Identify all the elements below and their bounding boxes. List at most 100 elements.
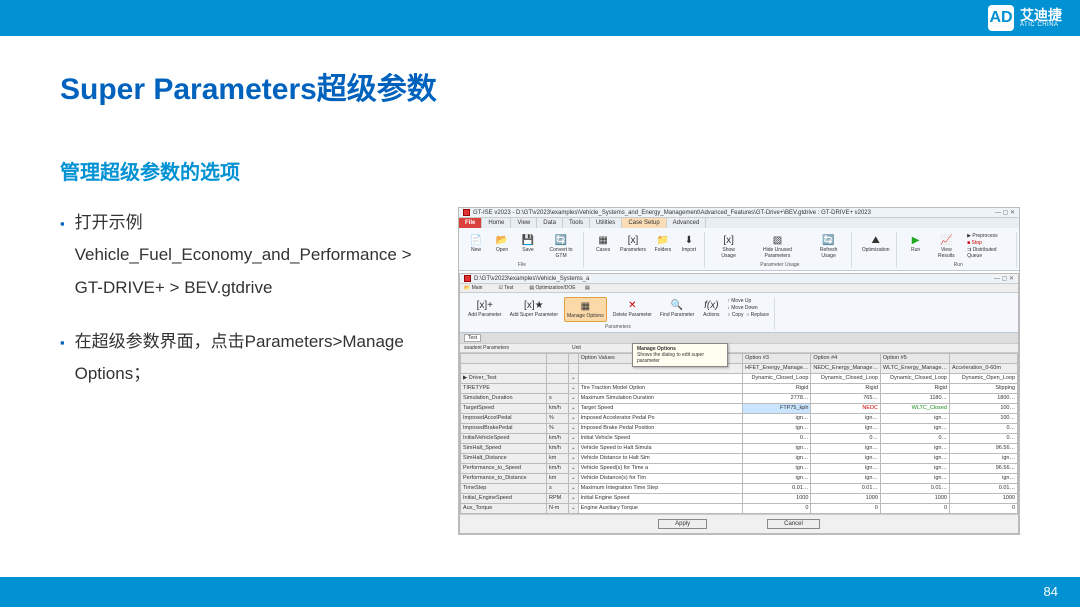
- table-cell[interactable]: Rigid: [880, 383, 949, 393]
- table-cell[interactable]: 0…: [950, 433, 1018, 443]
- run-button[interactable]: ▶Run: [905, 232, 927, 260]
- dropdown-icon[interactable]: ⌄: [569, 423, 579, 433]
- window-controls[interactable]: — ▢ ✕: [995, 209, 1015, 216]
- table-cell[interactable]: 765…: [811, 393, 881, 403]
- view-results-button[interactable]: 📈View Results: [931, 232, 963, 260]
- table-cell[interactable]: ign…: [743, 443, 811, 453]
- param-name[interactable]: Initial_EngineSpeed: [461, 493, 547, 503]
- table-cell[interactable]: ign…: [880, 453, 949, 463]
- add-super-parameter-button[interactable]: [x]★Add Super Parameter: [508, 297, 560, 322]
- table-cell[interactable]: 0…: [811, 433, 881, 443]
- dropdown-icon[interactable]: ⌄: [569, 503, 579, 513]
- add-parameter-button[interactable]: [x]+Add Parameter: [466, 297, 504, 322]
- param-name[interactable]: ▶ Driver_Test: [461, 373, 547, 383]
- table-cell[interactable]: 0…: [880, 433, 949, 443]
- dropdown-icon[interactable]: ⌄: [569, 453, 579, 463]
- table-cell[interactable]: 1800…: [950, 393, 1018, 403]
- tab-test[interactable]: Test: [464, 334, 481, 342]
- table-cell[interactable]: ign…: [743, 453, 811, 463]
- show-usage-button[interactable]: [x]Show Usage: [713, 232, 744, 260]
- table-cell[interactable]: 0.01…: [880, 483, 949, 493]
- table-cell[interactable]: ign…: [880, 413, 949, 423]
- optimization-button[interactable]: ⛰Optimization: [860, 232, 892, 255]
- table-cell[interactable]: ign…: [811, 413, 881, 423]
- apply-button[interactable]: Apply: [658, 519, 707, 529]
- table-cell[interactable]: Dynamic_Open_Loop: [950, 373, 1018, 383]
- param-name[interactable]: SimHalt_Distance: [461, 453, 547, 463]
- cancel-button[interactable]: Cancel: [767, 519, 820, 529]
- window-controls[interactable]: — ▢ ✕: [994, 275, 1014, 282]
- main-tab[interactable]: 📂 Main: [464, 285, 490, 291]
- table-cell[interactable]: ign…: [950, 453, 1018, 463]
- table-cell[interactable]: 2778…: [743, 393, 811, 403]
- table-cell[interactable]: 1180…: [880, 393, 949, 403]
- tab-file[interactable]: File: [459, 218, 482, 228]
- dropdown-icon[interactable]: ⌄: [569, 483, 579, 493]
- new-button[interactable]: 📄New: [465, 232, 487, 260]
- test-tab[interactable]: ☑ Test: [498, 285, 521, 291]
- table-cell[interactable]: ign…: [811, 463, 881, 473]
- table-cell[interactable]: 96.56…: [950, 463, 1018, 473]
- table-cell[interactable]: Dynamic_Closed_Loop: [743, 373, 811, 383]
- table-cell[interactable]: 100…: [950, 413, 1018, 423]
- find-parameter-button[interactable]: 🔍Find Parameter: [658, 297, 696, 322]
- tab-advanced[interactable]: Advanced: [667, 218, 707, 228]
- tab-case-setup[interactable]: Case Setup: [622, 218, 666, 228]
- table-cell[interactable]: 1000: [950, 493, 1018, 503]
- table-cell[interactable]: WLTC_Closed: [880, 403, 949, 413]
- table-cell[interactable]: ign…: [743, 473, 811, 483]
- dropdown-icon[interactable]: ⌄: [569, 383, 579, 393]
- tab-view[interactable]: View: [511, 218, 537, 228]
- actions-button[interactable]: f(x)Actions: [700, 297, 722, 322]
- move-up-button[interactable]: ↑ Move Up: [727, 298, 769, 304]
- param-name[interactable]: TimeStep: [461, 483, 547, 493]
- table-cell[interactable]: 1000: [880, 493, 949, 503]
- param-name[interactable]: Performance_to_Distance: [461, 473, 547, 483]
- table-cell[interactable]: 96.56…: [950, 443, 1018, 453]
- dropdown-icon[interactable]: ⌄: [569, 493, 579, 503]
- table-cell[interactable]: NEDC: [811, 403, 881, 413]
- table-cell[interactable]: ign…: [743, 423, 811, 433]
- parameters-table[interactable]: Option Values Option #3 Option #4 Option…: [460, 353, 1018, 514]
- table-cell[interactable]: ign…: [880, 423, 949, 433]
- table-cell[interactable]: ign…: [743, 463, 811, 473]
- table-cell[interactable]: 0: [950, 503, 1018, 513]
- table-cell[interactable]: 0: [811, 503, 881, 513]
- hide-unused-button[interactable]: ▧Hide Unused Parameters: [748, 232, 806, 260]
- table-cell[interactable]: ign…: [811, 453, 881, 463]
- dropdown-icon[interactable]: ⌄: [569, 373, 579, 383]
- opt-accel[interactable]: Acceleration_0-60m: [950, 363, 1018, 373]
- table-cell[interactable]: Rigid: [743, 383, 811, 393]
- table-cell[interactable]: ign…: [743, 413, 811, 423]
- param-name[interactable]: TargetSpeed: [461, 403, 547, 413]
- table-cell[interactable]: ign…: [811, 473, 881, 483]
- tab-utilities[interactable]: Utilities: [590, 218, 622, 228]
- table-cell[interactable]: 0: [743, 503, 811, 513]
- parameters-button[interactable]: [x]Parameters: [618, 232, 648, 255]
- tab-tools[interactable]: Tools: [563, 218, 590, 228]
- table-cell[interactable]: 1000: [743, 493, 811, 503]
- opt-hfet[interactable]: HFET_Energy_Manage…: [743, 363, 811, 373]
- dropdown-icon[interactable]: ⌄: [569, 403, 579, 413]
- dropdown-icon[interactable]: ⌄: [569, 473, 579, 483]
- table-cell[interactable]: 0: [880, 503, 949, 513]
- delete-parameter-button[interactable]: ✕Delete Parameter: [611, 297, 654, 322]
- import-button[interactable]: ⬇Import: [678, 232, 700, 255]
- dropdown-icon[interactable]: ⌄: [569, 433, 579, 443]
- param-name[interactable]: TIRETYPE: [461, 383, 547, 393]
- table-cell[interactable]: 0…: [950, 423, 1018, 433]
- tab-data[interactable]: Data: [537, 218, 563, 228]
- dropdown-icon[interactable]: ⌄: [569, 463, 579, 473]
- manage-options-button[interactable]: ▦Manage Options: [564, 297, 607, 322]
- table-cell[interactable]: Dynamic_Closed_Loop: [880, 373, 949, 383]
- copy-replace[interactable]: ○ Copy ○ Replace: [727, 312, 769, 318]
- param-name[interactable]: Aux_Torque: [461, 503, 547, 513]
- folders-button[interactable]: 📁Folders: [652, 232, 674, 255]
- table-cell[interactable]: ign…: [811, 443, 881, 453]
- param-name[interactable]: ImposedBrakePedal: [461, 423, 547, 433]
- param-name[interactable]: Performance_to_Speed: [461, 463, 547, 473]
- param-name[interactable]: InitialVehicleSpeed: [461, 433, 547, 443]
- table-cell[interactable]: Dynamic_Closed_Loop: [811, 373, 881, 383]
- table-cell[interactable]: 0.01…: [950, 483, 1018, 493]
- move-down-button[interactable]: ↓ Move Down: [727, 305, 769, 311]
